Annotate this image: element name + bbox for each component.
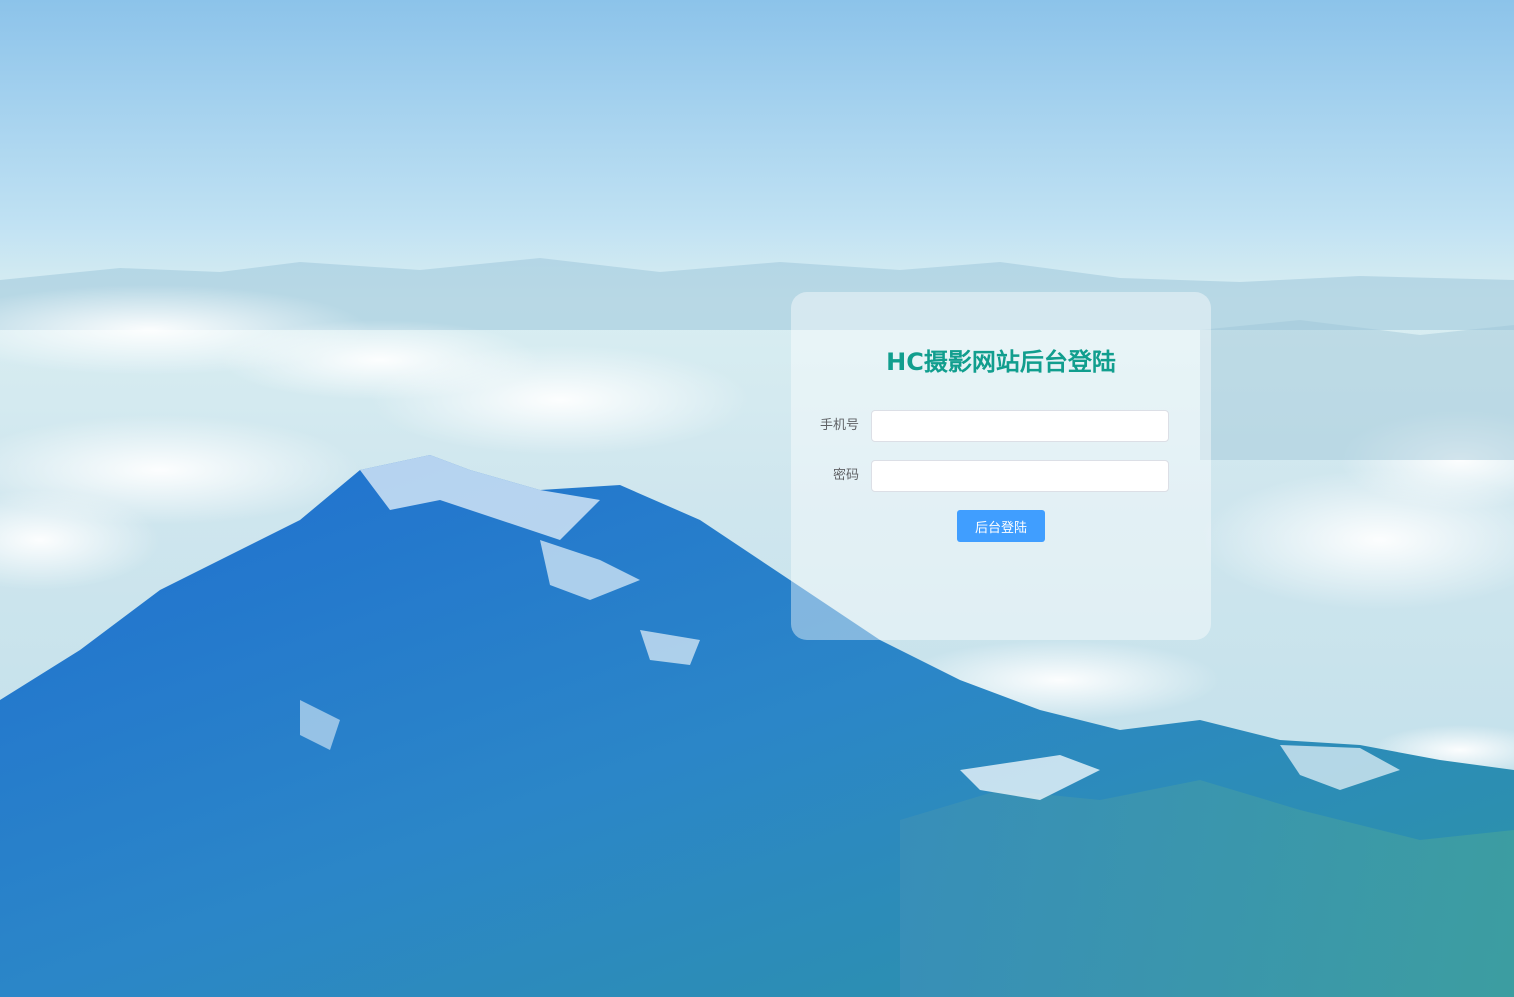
login-card: HC摄影网站后台登陆 手机号 密码 后台登陆 [791, 292, 1211, 640]
phone-input[interactable] [871, 410, 1169, 442]
phone-label: 手机号 [819, 418, 859, 433]
password-label: 密码 [832, 468, 859, 483]
login-page: HC摄影网站后台登陆 手机号 密码 后台登陆 [0, 0, 1514, 997]
phone-row: 手机号 [791, 410, 1211, 442]
login-button[interactable]: 后台登陆 [957, 510, 1045, 542]
password-input[interactable] [871, 460, 1169, 492]
password-row: 密码 [791, 460, 1211, 492]
mountain-background-image [0, 0, 1514, 997]
login-title: HC摄影网站后台登陆 [886, 348, 1116, 376]
